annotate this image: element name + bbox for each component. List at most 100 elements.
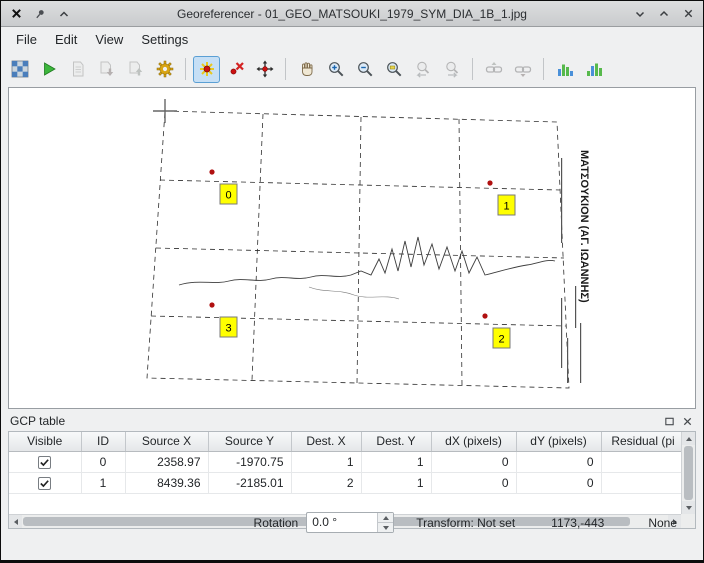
gcp-marker-1[interactable]: 1 (487, 180, 515, 215)
link-georeferencer-to-qgis-button[interactable] (480, 56, 507, 83)
menu-edit[interactable]: Edit (46, 29, 86, 50)
full-histogram-stretch-button[interactable] (551, 56, 578, 83)
col-header-dx-pixels[interactable]: dX (pixels) (431, 432, 516, 451)
col-header-dest-x[interactable]: Dest. X (291, 432, 361, 451)
local-histogram-stretch-button[interactable] (580, 56, 607, 83)
pin-window-button[interactable] (33, 7, 47, 21)
cursor-crosshair-icon (153, 99, 177, 123)
close-window-button[interactable] (681, 7, 695, 21)
cell-dx[interactable]: 0 (431, 451, 516, 472)
cell-dest-x[interactable]: 1 (291, 451, 361, 472)
spin-up-icon (383, 516, 389, 520)
map-river-line (179, 237, 555, 299)
minimize-window-button[interactable] (633, 7, 647, 21)
app-icon (9, 7, 23, 21)
window-title: Georeferencer - 01_GEO_MATSOUKI_1979_SYM… (81, 7, 623, 21)
zoom-out-icon (356, 60, 374, 78)
zoom-to-layer-button[interactable] (380, 56, 407, 83)
menubar: File Edit View Settings (1, 27, 703, 52)
statusbar: Rotation 0.0 ° Transform: Not set 1173,-… (1, 486, 703, 561)
float-panel-icon (664, 416, 675, 427)
close-panel-icon (682, 416, 693, 427)
start-georeferencing-icon (40, 60, 58, 78)
link-qgis-to-georeferencer-button[interactable] (509, 56, 536, 83)
toolbar-separator (185, 58, 186, 80)
load-gcp-points-button[interactable] (93, 56, 120, 83)
cursor-coordinates: 1173,-443 (551, 516, 604, 530)
maximize-icon (658, 8, 670, 20)
gcp-label-text: 1 (503, 201, 509, 213)
rotation-value[interactable]: 0.0 ° (307, 513, 377, 532)
menu-settings[interactable]: Settings (132, 29, 197, 50)
delete-point-icon (227, 60, 245, 78)
cell-source-y[interactable]: -1970.75 (208, 451, 291, 472)
save-gcp-points-icon (127, 60, 145, 78)
gcp-marker-2[interactable]: 2 (482, 313, 510, 348)
cell-id[interactable]: 0 (81, 451, 125, 472)
generate-script-button[interactable] (64, 56, 91, 83)
move-point-icon (256, 60, 274, 78)
shade-icon (58, 8, 70, 20)
col-header-visible[interactable]: Visible (9, 432, 81, 451)
add-point-button[interactable] (193, 56, 220, 83)
save-gcp-points-button[interactable] (122, 56, 149, 83)
menu-view[interactable]: View (86, 29, 132, 50)
zoom-in-icon (327, 60, 345, 78)
gcp-label-text: 0 (225, 190, 231, 202)
col-header-id[interactable]: ID (81, 432, 125, 451)
col-header-dy-pixels[interactable]: dY (pixels) (516, 432, 601, 451)
rotation-spinbox[interactable]: 0.0 ° (306, 512, 394, 533)
transformation-settings-button[interactable] (151, 56, 178, 83)
spin-down-icon (383, 526, 389, 530)
arrow-up-icon (686, 437, 692, 441)
spin-up-button[interactable] (378, 513, 393, 523)
map-canvas[interactable]: ΜΑΤΣΟΥΚΙΟΝ (ΑΓ. ΙΩΑΝΝΗΣ) 0123 (8, 87, 696, 409)
menu-file[interactable]: File (7, 29, 46, 50)
col-header-residual[interactable]: Residual (pi (601, 432, 681, 451)
gcp-table-row[interactable]: 02358.97-1970.751100 (9, 451, 681, 472)
scroll-up-button[interactable] (682, 432, 695, 445)
gcp-marker-3[interactable]: 3 (209, 302, 237, 337)
move-point-button[interactable] (251, 56, 278, 83)
open-raster-icon (11, 60, 29, 78)
panel-float-button[interactable] (662, 414, 676, 428)
delete-point-button[interactable] (222, 56, 249, 83)
col-header-source-x[interactable]: Source X (125, 432, 208, 451)
open-raster-button[interactable] (6, 56, 33, 83)
maximize-window-button[interactable] (657, 7, 671, 21)
zoom-next-button[interactable] (438, 56, 465, 83)
gcp-panel-header: GCP table (8, 411, 696, 431)
panel-close-button[interactable] (680, 414, 694, 428)
add-point-icon (198, 60, 216, 78)
transform-status: Transform: Not set (416, 516, 515, 530)
pan-hand-icon (298, 60, 316, 78)
col-header-dest-y[interactable]: Dest. Y (361, 432, 431, 451)
zoom-in-button[interactable] (322, 56, 349, 83)
shade-window-button[interactable] (57, 7, 71, 21)
cell-source-x[interactable]: 2358.97 (125, 451, 208, 472)
zoom-last-button[interactable] (409, 56, 436, 83)
load-gcp-points-icon (98, 60, 116, 78)
cell-dest-y[interactable]: 1 (361, 451, 431, 472)
cell-residual[interactable] (601, 451, 681, 472)
gcp-label-text: 3 (225, 323, 231, 335)
start-georeferencing-button[interactable] (35, 56, 62, 83)
link-qgis-icon (514, 60, 532, 78)
rotation-label: Rotation (254, 516, 299, 530)
gcp-marker-0[interactable]: 0 (209, 169, 237, 204)
pan-button[interactable] (293, 56, 320, 83)
zoom-out-button[interactable] (351, 56, 378, 83)
gcp-point-icon (209, 169, 214, 174)
visible-checkbox[interactable] (38, 456, 51, 469)
cell-dy[interactable]: 0 (516, 451, 601, 472)
col-header-source-y[interactable]: Source Y (208, 432, 291, 451)
gcp-panel: GCP table VisibleIDSource XSource YDest.… (1, 411, 703, 486)
gcp-table-header-row: VisibleIDSource XSource YDest. XDest. Yd… (9, 432, 681, 451)
spin-down-button[interactable] (378, 523, 393, 532)
zoom-last-icon (414, 60, 432, 78)
minimize-icon (634, 8, 646, 20)
titlebar[interactable]: Georeferencer - 01_GEO_MATSOUKI_1979_SYM… (1, 1, 703, 27)
gcp-point-icon (209, 302, 214, 307)
zoom-to-layer-icon (385, 60, 403, 78)
map-canvas-svg[interactable]: ΜΑΤΣΟΥΚΙΟΝ (ΑΓ. ΙΩΑΝΝΗΣ) 0123 (9, 88, 695, 408)
